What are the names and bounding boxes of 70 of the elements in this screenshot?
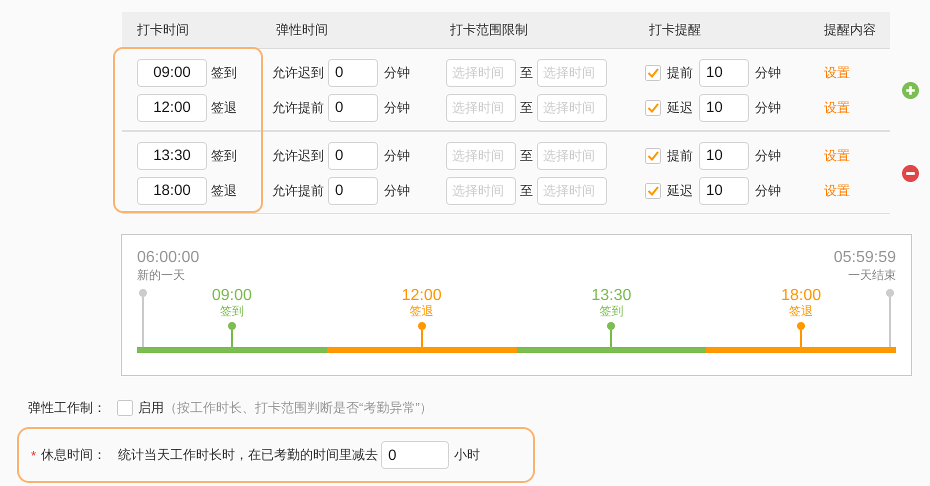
column-header: 打卡时间 xyxy=(136,21,190,39)
minutes-field[interactable]: 0 xyxy=(328,94,378,122)
range-separator: 至 xyxy=(520,182,533,200)
time-field[interactable]: 09:00 xyxy=(137,58,207,86)
event-label: 签到 xyxy=(220,304,244,318)
column-header: 打卡范围限制 xyxy=(449,21,529,39)
column-header: 弹性时间 xyxy=(275,21,329,39)
flex-label: 允许迟到 xyxy=(272,146,324,164)
minutes-field[interactable]: 10 xyxy=(699,176,749,204)
minutes-field[interactable]: 10 xyxy=(699,94,749,122)
description-text: 统计当天工作时长时，在已考勤的时间里减去 xyxy=(118,446,378,464)
hint-text: （按工作时长、打卡范围判断是否“考勤异常”） xyxy=(164,399,433,417)
checkbox[interactable] xyxy=(117,400,133,416)
event-time: 12:00 xyxy=(402,287,442,304)
punch-label: 签到 xyxy=(211,64,237,82)
event-label: 签退 xyxy=(789,304,814,318)
remind-label: 提前 xyxy=(667,146,693,164)
checkbox[interactable] xyxy=(645,182,661,198)
minutes-field[interactable]: 0 xyxy=(328,142,378,170)
unit-label: 分钟 xyxy=(384,64,410,82)
punch-label: 签到 xyxy=(211,146,237,164)
event-time: 13:30 xyxy=(591,287,632,304)
required-mark: * xyxy=(31,448,36,462)
punch-label: 签退 xyxy=(211,182,237,200)
checkbox[interactable] xyxy=(645,64,661,80)
unit-label: 分钟 xyxy=(755,64,781,82)
boundary-marker xyxy=(886,289,894,347)
punch-label: 签退 xyxy=(211,98,237,116)
add-icon[interactable] xyxy=(902,82,918,99)
flex-label: 允许迟到 xyxy=(272,64,324,82)
unit-label: 小时 xyxy=(454,446,480,464)
minutes-field[interactable]: 10 xyxy=(699,58,749,86)
flex-label: 允许提前 xyxy=(272,182,324,200)
checkbox-label: 启用 xyxy=(138,399,164,417)
unit-label: 分钟 xyxy=(755,182,781,200)
range-separator: 至 xyxy=(520,98,533,116)
checkbox[interactable] xyxy=(645,148,661,164)
event-label: 签到 xyxy=(599,304,624,318)
event-label: 签退 xyxy=(410,304,434,318)
unit-label: 分钟 xyxy=(384,182,410,200)
field-label: 弹性工作制： xyxy=(28,399,106,417)
event-time: 18:00 xyxy=(781,287,822,304)
minutes-field[interactable]: 10 xyxy=(699,142,749,170)
timeline-time: 06:00:00 xyxy=(137,249,200,267)
remove-icon[interactable] xyxy=(902,164,918,182)
minutes-field[interactable]: 0 xyxy=(328,176,378,204)
time-field[interactable]: 13:30 xyxy=(137,142,207,170)
range-separator: 至 xyxy=(520,146,533,164)
timeline-label: 新的一天 xyxy=(137,267,186,283)
time-field[interactable]: 12:00 xyxy=(137,94,207,122)
column-header: 提醒内容 xyxy=(823,21,877,39)
boundary-marker xyxy=(139,289,147,347)
hours-field[interactable]: 0 xyxy=(381,441,450,469)
unit-label: 分钟 xyxy=(755,98,781,116)
minutes-field[interactable]: 0 xyxy=(328,58,378,86)
checkbox[interactable] xyxy=(645,100,661,116)
column-header: 打卡提醒 xyxy=(648,21,702,39)
flex-label: 允许提前 xyxy=(272,98,324,116)
timeline-time: 05:59:59 xyxy=(834,249,896,267)
remind-label: 延迟 xyxy=(667,182,693,200)
unit-label: 分钟 xyxy=(384,146,410,164)
event-time: 09:00 xyxy=(212,287,252,304)
timeline-label: 一天结束 xyxy=(848,267,896,283)
range-separator: 至 xyxy=(520,64,533,82)
time-field[interactable]: 18:00 xyxy=(137,176,207,204)
field-label: 休息时间： xyxy=(41,446,106,464)
remind-label: 提前 xyxy=(667,64,693,82)
unit-label: 分钟 xyxy=(755,146,781,164)
unit-label: 分钟 xyxy=(384,98,410,116)
remind-label: 延迟 xyxy=(667,98,693,116)
